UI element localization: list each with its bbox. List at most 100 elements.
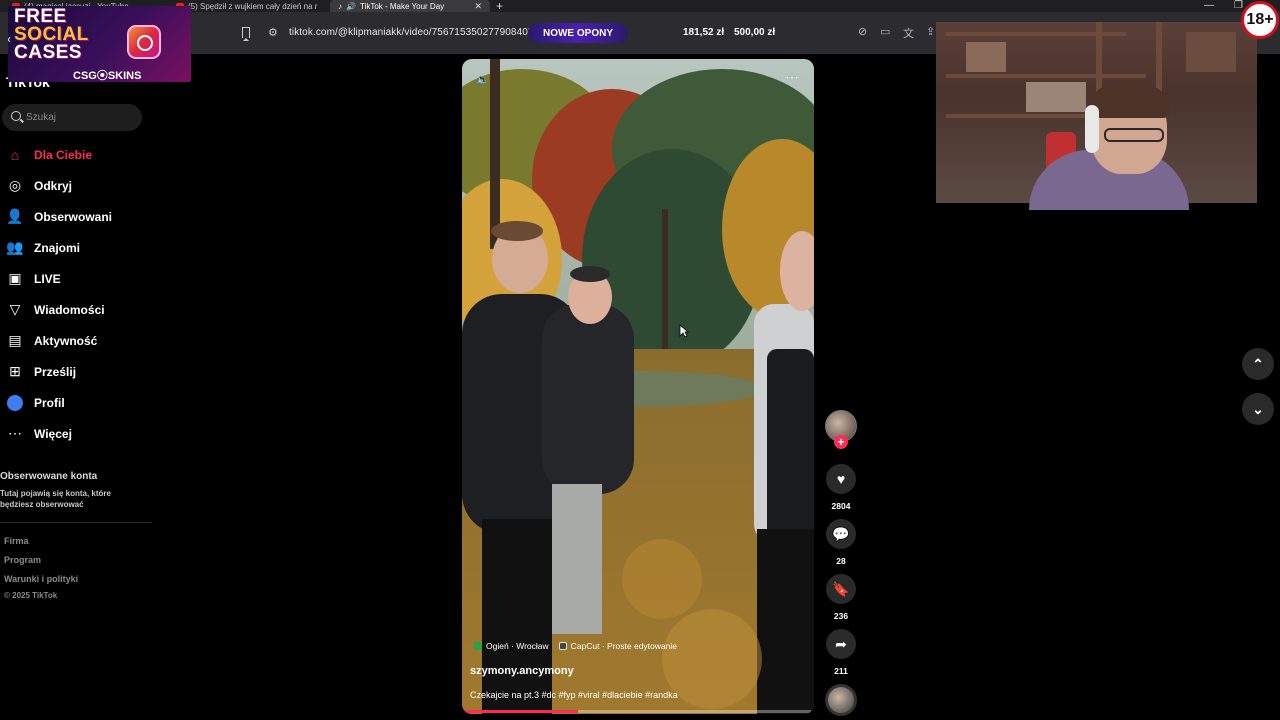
comment-count: 28 [836, 556, 846, 566]
sidebar-item-live[interactable]: ▣ LIVE [0, 263, 150, 294]
search-box[interactable] [2, 104, 142, 131]
bookmark-icon[interactable] [242, 27, 250, 41]
upload-icon: ⊞ [9, 363, 21, 379]
age-rating-badge: 18+ [1241, 1, 1279, 39]
location-tag-icon [474, 642, 482, 650]
close-tab-icon[interactable]: ✕ [474, 1, 482, 12]
send-icon: ▽ [9, 301, 21, 317]
sidebar-item-przeslij[interactable]: ⊞ Prześlij [0, 356, 150, 387]
sidebar-item-wiecej[interactable]: ⋯ Więcej [0, 418, 150, 449]
capcut-tag[interactable]: CapCut · Proste edytowanie [558, 641, 677, 651]
inbox-icon: ▤ [8, 332, 22, 348]
compass-icon: ◎ [8, 177, 22, 193]
more-icon: ⋯ [8, 425, 22, 441]
restore-icon[interactable]: ❐ [1234, 0, 1243, 11]
sidebar-item-obserwowani[interactable]: 👤 Obserwowani [0, 201, 150, 232]
promo-pill[interactable]: NOWE OPONY [528, 23, 628, 43]
like-count: 2804 [831, 501, 851, 511]
sidebar-item-label: Odkryj [34, 178, 73, 193]
extension-icon[interactable]: ⊘ [858, 25, 867, 38]
mouse-cursor-icon [679, 324, 689, 338]
instagram-icon [127, 25, 161, 59]
sidebar-item-label: Profil [34, 395, 65, 410]
shelf [946, 114, 1096, 118]
followed-accounts-title: Obserwowane konta [0, 471, 98, 482]
shelf [946, 74, 1146, 78]
comment-icon: 💬 [832, 525, 850, 542]
shelf-item [1026, 82, 1086, 112]
minimize-icon[interactable]: — [1204, 0, 1214, 11]
chevron-up-icon: ⌃ [1252, 355, 1264, 372]
search-input[interactable] [26, 108, 136, 127]
followed-accounts-desc: Tutaj pojawią się konta, które będziesz … [0, 489, 111, 509]
sidebar-item-label: Prześlij [34, 364, 77, 379]
ad-headline-line: CASES [14, 42, 82, 63]
location-tag-label: Ogień · Wrocław [486, 641, 549, 651]
capcut-icon [558, 642, 567, 650]
footer-link-terms[interactable]: Warunki i polityki [4, 574, 78, 584]
tab-tiktok[interactable]: ♪ 🔊 TikTok - Make Your Day ✕ [330, 0, 490, 12]
volume-icon[interactable]: 🔈 [476, 73, 490, 86]
sidebar-item-profil[interactable]: Profil [0, 387, 150, 418]
music-disc-icon[interactable] [825, 684, 857, 716]
sidebar-item-label: Znajomi [34, 240, 81, 255]
comment-button[interactable]: 💬 [826, 519, 856, 549]
friends-icon: 👥 [6, 239, 24, 255]
screen: (4) magical jaccuzi - YouTube (5) Spędzi… [0, 0, 1280, 720]
promo-label: NOWE OPONY [542, 27, 613, 39]
cast-icon[interactable]: ▭ [880, 25, 890, 38]
save-button[interactable]: 🔖 [826, 574, 856, 604]
search-icon [11, 111, 21, 121]
shelf-item [966, 42, 1006, 72]
location-tag[interactable]: Ogień · Wrocław [474, 641, 549, 651]
avatar-icon [6, 394, 24, 412]
tiktok-icon: ♪ [338, 1, 342, 11]
tab-youtube-2[interactable]: (5) Spędził z wujkiem cały dzień na r [168, 0, 328, 12]
streamer-hair [1088, 84, 1170, 118]
share-arrow-icon: ➦ [835, 635, 847, 652]
video-author[interactable]: szymony.ancymony [470, 665, 574, 677]
translate-icon[interactable]: 文 [903, 25, 914, 41]
site-info-icon[interactable]: ⚙ [268, 26, 278, 39]
sidebar-item-odkryj[interactable]: ◎ Odkryj [0, 170, 150, 201]
previous-video-button[interactable]: ⌃ [1242, 348, 1274, 380]
sidebar-item-label: Wiadomości [34, 302, 105, 317]
video-caption: Czekajcie na pt.3 #dc #fyp #viral #dlaci… [470, 690, 678, 700]
sidebar-divider [0, 522, 152, 523]
sidebar-item-aktywnosc[interactable]: ▤ Aktywność [0, 325, 150, 356]
sidebar-item-label: Dla Ciebie [34, 147, 93, 162]
share-count: 211 [834, 666, 848, 676]
glasses [1104, 128, 1164, 142]
ad-banner[interactable]: ‹ FREE SOCIAL CASES CSG⦿SKINS [8, 6, 191, 82]
chevron-down-icon: ⌄ [1252, 400, 1264, 417]
save-count: 236 [833, 611, 849, 621]
next-video-button[interactable]: ⌄ [1242, 393, 1274, 425]
like-button[interactable]: ♥ [826, 464, 856, 494]
user-plus-icon: 👤 [6, 208, 24, 224]
ad-headline: FREE SOCIAL CASES [14, 7, 89, 63]
sidebar-item-label: Więcej [34, 426, 72, 441]
share-button[interactable]: ➦ [826, 629, 856, 659]
sidebar-item-dla-ciebie[interactable]: ⌂ Dla Ciebie [0, 139, 150, 170]
live-icon: ▣ [8, 270, 22, 286]
video-player[interactable]: 🔈 ⋯ Ogień · Wrocław CapCut · Proste edyt… [462, 59, 814, 714]
sidebar-item-znajomi[interactable]: 👥 Znajomi [0, 232, 150, 263]
footer-link-program[interactable]: Program [4, 555, 41, 565]
follow-plus-icon[interactable]: + [834, 435, 848, 449]
headphones-icon [1085, 105, 1099, 153]
share-icon[interactable]: ⇪ [926, 25, 935, 38]
sidebar-item-wiadomosci[interactable]: ▽ Wiadomości [0, 294, 150, 325]
shelf-item [1186, 32, 1236, 72]
heart-icon: ♥ [836, 471, 846, 487]
url-field[interactable]: tiktok.com/@klipmaniakk/video/7567153502… [289, 27, 539, 38]
home-icon: ⌂ [10, 146, 20, 163]
price-value-1: 181,52 zł [683, 27, 725, 38]
sidebar-item-label: Aktywność [34, 333, 98, 348]
sidebar-nav: ⌂ Dla Ciebie ◎ Odkryj 👤 Obserwowani 👥 Zn… [0, 139, 150, 449]
video-progress-bar[interactable] [462, 710, 814, 713]
browser-tab-bar: (4) magical jaccuzi - YouTube (5) Spędzi… [0, 0, 1280, 13]
footer-link-firma[interactable]: Firma [4, 536, 29, 546]
sidebar-item-label: LIVE [34, 271, 61, 286]
more-options-icon[interactable]: ⋯ [785, 69, 800, 86]
bookmark-icon: 🔖 [832, 580, 850, 597]
